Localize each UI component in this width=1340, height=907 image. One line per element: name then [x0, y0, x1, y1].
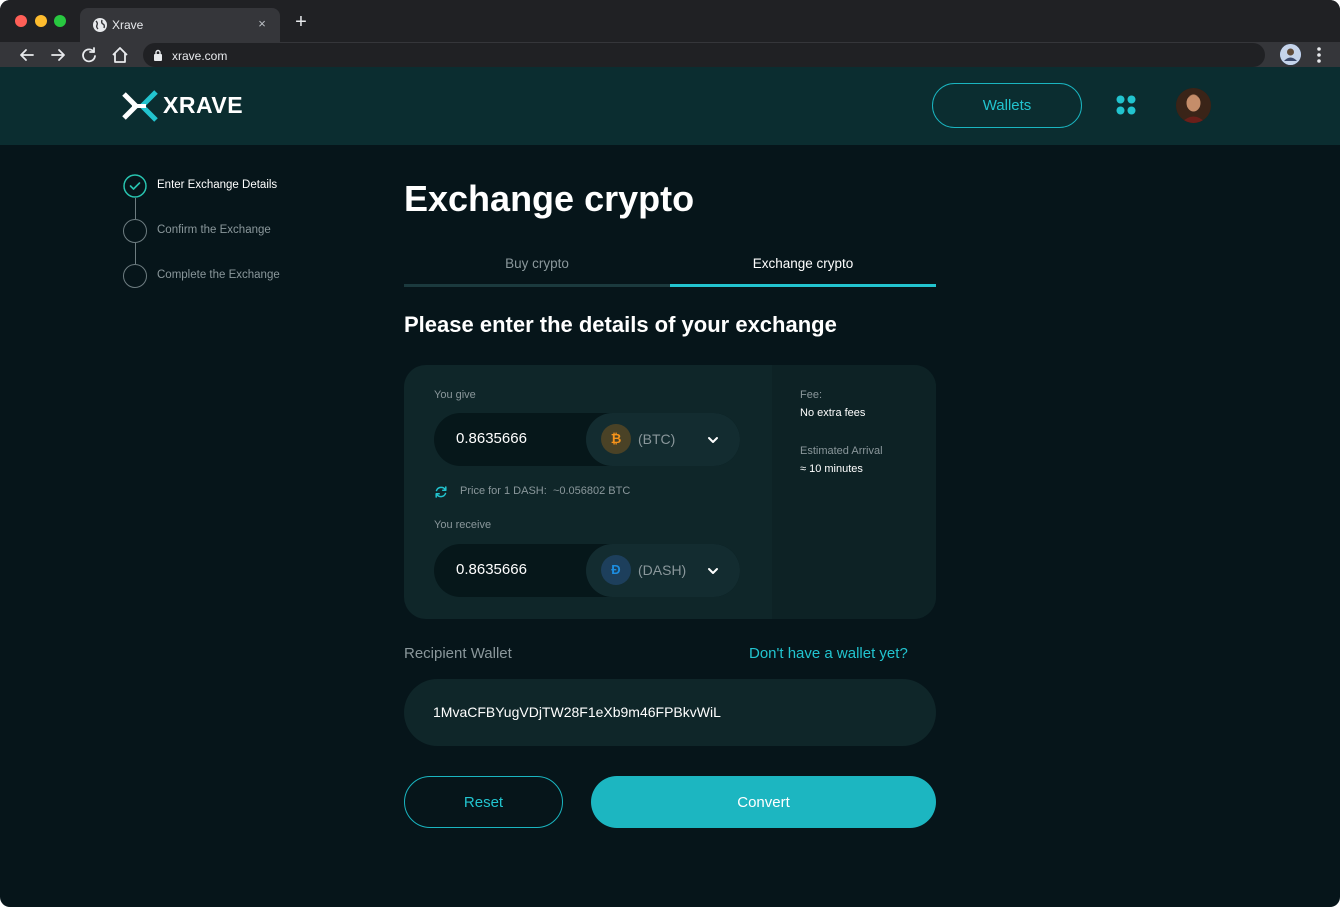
zoom-window-button[interactable] [54, 15, 66, 27]
step-connector [134, 243, 136, 264]
browser-tab[interactable]: Xrave × [80, 8, 280, 42]
receive-currency-select[interactable]: Đ (DASH) [586, 544, 740, 597]
fee-label: Fee: [800, 389, 823, 401]
tab-close-icon[interactable]: × [252, 14, 272, 34]
you-receive-label: You receive [434, 519, 492, 531]
fee-value: No extra fees [800, 407, 866, 419]
exchange-card: You give 0.8635666 ₿ (BTC) Price for 1 D… [404, 365, 936, 619]
minimize-window-button[interactable] [35, 15, 47, 27]
step-circle [123, 219, 147, 243]
give-currency-select[interactable]: ₿ (BTC) [586, 413, 740, 466]
receive-currency-code: (DASH) [638, 562, 687, 578]
browser-profile-icon[interactable] [1280, 44, 1301, 65]
browser-toolbar: xrave.com [0, 42, 1340, 67]
tab-buy-crypto[interactable]: Buy crypto [404, 250, 670, 287]
no-wallet-link[interactable]: Don't have a wallet yet? [749, 645, 908, 662]
rate-label: Price for 1 DASH: [460, 485, 547, 497]
tab-exchange-crypto[interactable]: Exchange crypto [670, 250, 936, 287]
address-bar[interactable]: xrave.com [143, 43, 1265, 67]
browser-tabstrip: Xrave × + [0, 0, 1340, 42]
chevron-down-icon [708, 437, 718, 443]
forward-arrow-icon[interactable] [47, 44, 69, 66]
step-label: Enter Exchange Details [157, 179, 278, 191]
app-header: XRAVE Wallets [0, 67, 1340, 145]
more-vert-icon[interactable] [1313, 45, 1325, 65]
arrival-value: ≈ 10 minutes [800, 463, 863, 475]
lock-icon [154, 49, 162, 61]
step-circle [123, 264, 147, 288]
user-avatar[interactable] [1176, 88, 1211, 123]
chevron-down-icon [708, 568, 718, 574]
exchange-info-pane: Fee: No extra fees Estimated Arrival ≈ 1… [772, 365, 936, 619]
globe-icon [93, 18, 107, 32]
bitcoin-icon: ₿ [601, 424, 631, 454]
new-tab-button[interactable]: + [290, 12, 312, 34]
exchange-tabs: Buy crypto Exchange crypto [404, 250, 936, 287]
give-currency-code: (BTC) [638, 431, 676, 447]
url-text: xrave.com [172, 49, 228, 63]
step-label: Confirm the Exchange [157, 224, 271, 236]
recipient-wallet-field[interactable]: 1MvaCFBYugVDjTW28F1eXb9m46FPBkvWiL [404, 679, 936, 746]
logo-text[interactable]: XRAVE [163, 92, 243, 119]
step-confirm: Confirm the Exchange [123, 219, 343, 243]
rate-text: Price for 1 DASH: ~0.056802 BTC [460, 485, 630, 497]
arrival-label: Estimated Arrival [800, 445, 883, 457]
section-title: Please enter the details of your exchang… [404, 312, 837, 337]
reset-button[interactable]: Reset [404, 776, 563, 828]
step-connector [134, 198, 136, 219]
you-give-label: You give [434, 389, 476, 401]
recipient-wallet-label: Recipient Wallet [404, 645, 512, 662]
wallet-address-input[interactable]: 1MvaCFBYugVDjTW28F1eXb9m46FPBkvWiL [433, 704, 721, 720]
reload-icon[interactable] [78, 44, 100, 66]
page-title: Exchange crypto [404, 178, 695, 219]
check-icon [123, 174, 147, 198]
refresh-icon[interactable] [434, 485, 448, 499]
step-label: Complete the Exchange [157, 269, 280, 281]
browser-window: Xrave × + xrave.com XRAVE Wallets Enter … [0, 0, 1340, 907]
give-amount-input[interactable]: 0.8635666 [456, 430, 527, 447]
rate-value: ~0.056802 BTC [552, 485, 631, 497]
xrave-logo-icon[interactable] [122, 88, 158, 124]
receive-amount-input[interactable]: 0.8635666 [456, 561, 527, 578]
tab-title: Xrave [112, 18, 144, 32]
step-complete: Complete the Exchange [123, 264, 343, 288]
wallets-button[interactable]: Wallets [932, 83, 1082, 128]
close-window-button[interactable] [15, 15, 27, 27]
receive-amount-field[interactable]: 0.8635666 Đ (DASH) [434, 544, 740, 597]
back-arrow-icon[interactable] [16, 44, 38, 66]
step-enter-details: Enter Exchange Details [123, 174, 343, 198]
dash-icon: Đ [601, 555, 631, 585]
apps-grid-icon[interactable] [1115, 94, 1137, 116]
convert-button[interactable]: Convert [591, 776, 936, 828]
give-amount-field[interactable]: 0.8635666 ₿ (BTC) [434, 413, 740, 466]
exchange-rate: Price for 1 DASH: ~0.056802 BTC [434, 484, 734, 500]
home-icon[interactable] [109, 44, 131, 66]
